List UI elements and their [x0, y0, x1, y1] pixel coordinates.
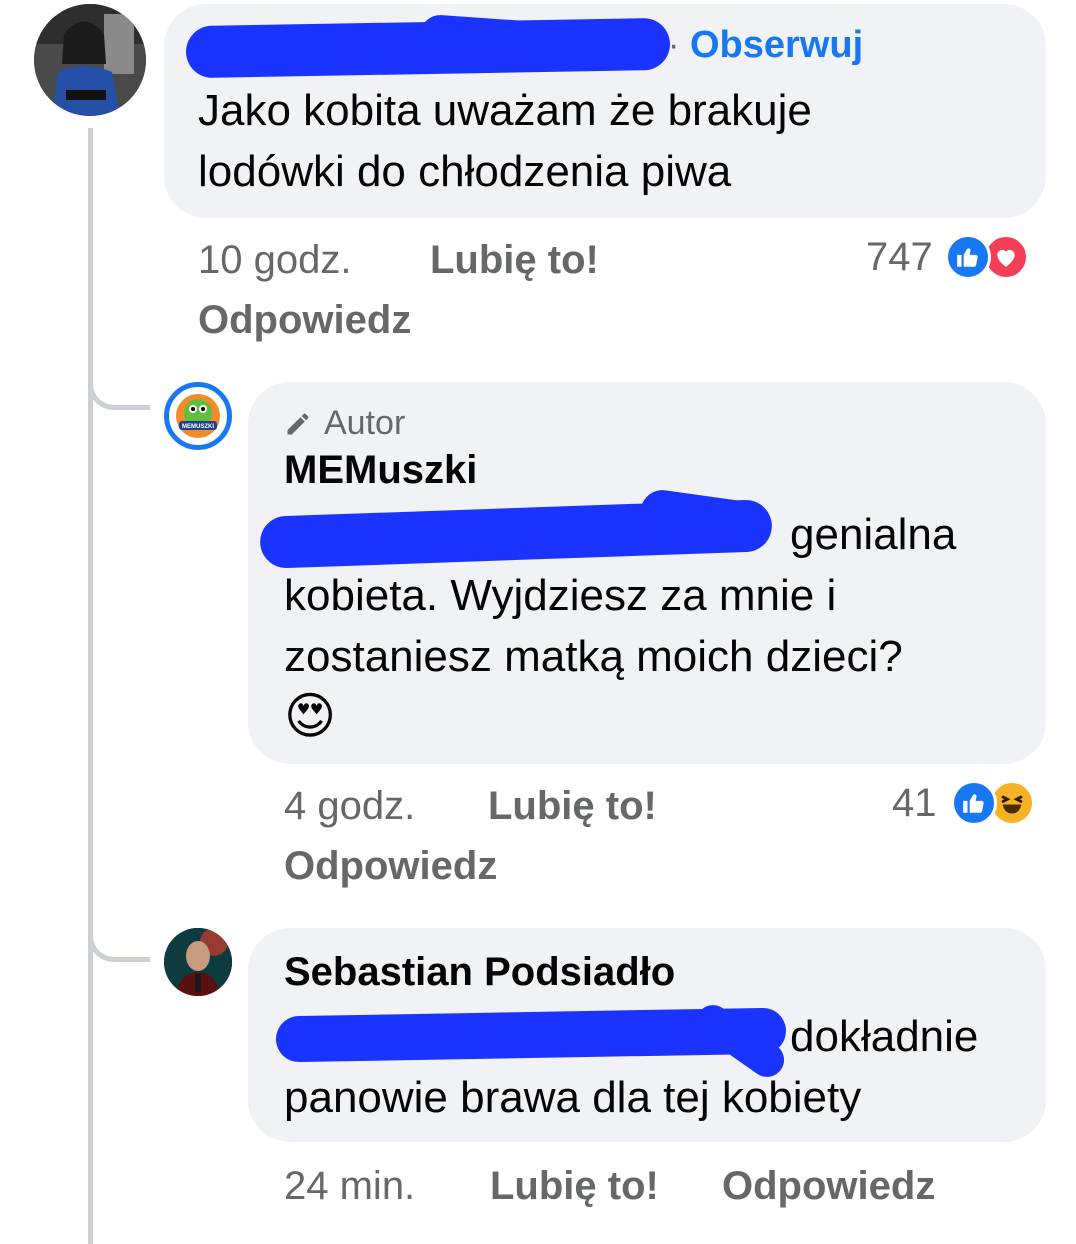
comment-timestamp[interactable]: 10 godz. [198, 238, 351, 283]
comment-text-line: genialna [284, 504, 1024, 565]
logo-text: MEMUSZKI [182, 424, 214, 430]
reaction-count: 747 [866, 234, 933, 279]
comment-timestamp[interactable]: 24 min. [284, 1164, 415, 1209]
comment-text-line: dokładnie [284, 1006, 1024, 1067]
comment-text-line: zostaniesz matką moich dzieci? [284, 632, 903, 681]
user-photo-icon [164, 928, 232, 996]
comment-text-line: Jako kobita uważam że brakuje [198, 86, 812, 135]
thread-line-branch-2 [88, 912, 150, 962]
comment-text-line: lodówki do chłodzenia piwa [198, 147, 732, 196]
reaction-summary[interactable]: 747 [866, 232, 1029, 282]
comment-text-line: kobieta. Wyjdziesz za mnie i [284, 571, 837, 620]
thread-line-vertical [88, 128, 93, 1244]
comment-text-line: panowie brawa dla tej kobiety [284, 1073, 862, 1122]
comment-text: dokładnie panowie brawa dla tej kobiety [284, 1006, 1024, 1128]
follow-button[interactable]: Obserwuj [690, 24, 863, 67]
comment-text-fragment: dokładnie [790, 1012, 979, 1061]
comment-text-fragment: genialna [790, 510, 957, 559]
comment-text: genialna kobieta. Wyjdziesz za mnie i zo… [284, 504, 1024, 687]
heart-eyes-emoji: 😍 [284, 688, 337, 744]
comment-text: Jako kobita uważam że brakuje lodówki do… [198, 80, 1028, 202]
like-button[interactable]: Lubię to! [430, 238, 599, 283]
reaction-summary[interactable]: 41 [892, 778, 1035, 828]
like-icon [944, 234, 991, 280]
thread-line-branch-1 [88, 360, 150, 410]
author-badge: Autor [284, 404, 405, 443]
reply-button[interactable]: Odpowiedz [284, 844, 497, 889]
comment-timestamp[interactable]: 4 godz. [284, 784, 415, 829]
avatar[interactable] [164, 928, 232, 996]
user-photo-icon [34, 4, 146, 116]
reply-button[interactable]: Odpowiedz [198, 298, 411, 343]
like-icon [950, 780, 997, 826]
avatar[interactable] [34, 4, 146, 116]
like-button[interactable]: Lubię to! [490, 1164, 659, 1209]
like-button[interactable]: Lubię to! [488, 784, 657, 829]
author-badge-label: Autor [324, 404, 406, 442]
comment-author-name[interactable]: Sebastian Podsiadło [284, 950, 675, 995]
comment-author-name[interactable]: MEMuszki [284, 448, 477, 493]
reply-button[interactable]: Odpowiedz [722, 1164, 935, 1209]
memuszki-logo-icon: MEMUSZKI [171, 389, 225, 443]
pencil-icon [287, 413, 309, 434]
avatar[interactable]: MEMUSZKI [164, 382, 232, 450]
follow-separator: · [668, 26, 680, 64]
reaction-count: 41 [892, 780, 937, 825]
